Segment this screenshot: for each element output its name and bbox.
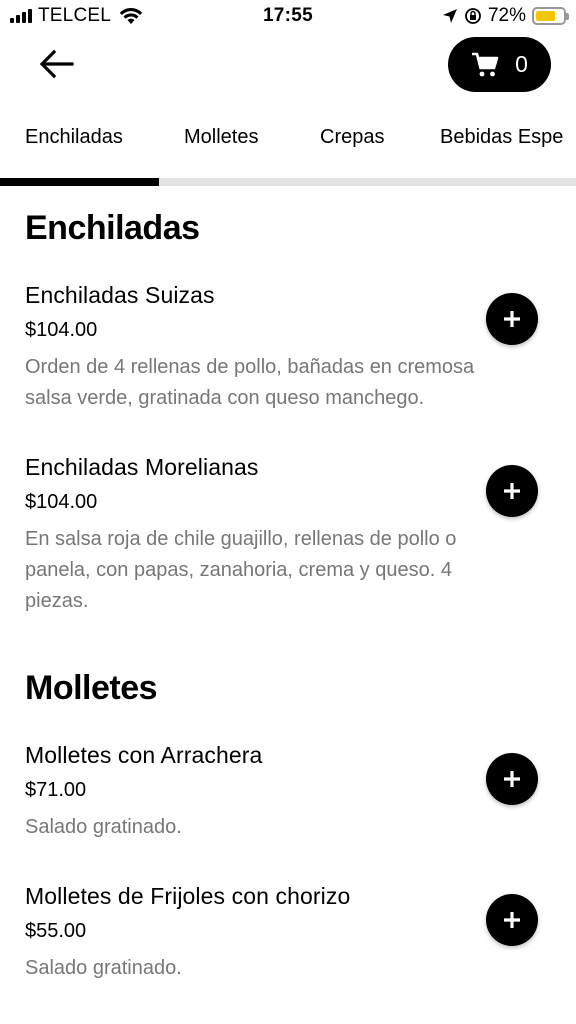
item-description: Salado gratinado.	[25, 816, 182, 838]
add-item-button[interactable]	[486, 465, 538, 517]
battery-percent: 72%	[487, 5, 526, 26]
cart-button[interactable]: 0	[448, 37, 551, 92]
tab-enchiladas[interactable]: Enchiladas	[25, 126, 123, 149]
battery-icon	[532, 7, 569, 25]
add-item-button[interactable]	[486, 894, 538, 946]
section-title-enchiladas: Enchiladas	[25, 209, 200, 247]
category-tabs: Enchiladas Molletes Crepas Bebidas Espe	[0, 116, 576, 186]
item-description: En salsa roja de chile guajillo, rellena…	[25, 528, 457, 612]
cart-count: 0	[515, 51, 528, 77]
arrow-left-icon	[39, 49, 74, 79]
item-price: $55.00	[25, 920, 87, 942]
active-tab-indicator	[0, 178, 159, 186]
menu-item[interactable]: Molletes con Arrachera $71.00 Salado gra…	[25, 742, 565, 843]
item-price: $71.00	[25, 779, 87, 801]
back-button[interactable]	[36, 44, 76, 84]
status-right: 72%	[442, 5, 569, 27]
add-item-button[interactable]	[486, 293, 538, 345]
cart-icon	[472, 52, 499, 76]
item-name: Enchiladas Morelianas	[25, 454, 259, 480]
item-name: Molletes con Arrachera	[25, 742, 263, 768]
item-description: Salado gratinado.	[25, 957, 182, 979]
item-price: $104.00	[25, 319, 98, 341]
section-title-molletes: Molletes	[25, 669, 158, 707]
status-bar: TELCEL 17:55 72%	[0, 0, 576, 32]
tab-molletes[interactable]: Molletes	[184, 126, 258, 149]
item-price: $104.00	[25, 491, 98, 513]
tab-bebidas-especiales[interactable]: Bebidas Espe	[440, 126, 563, 149]
add-item-button[interactable]	[486, 753, 538, 805]
plus-icon	[504, 771, 520, 787]
location-arrow-icon	[442, 9, 457, 23]
item-name: Enchiladas Suizas	[25, 282, 215, 308]
plus-icon	[504, 483, 520, 499]
menu-item[interactable]: Molletes de Frijoles con chorizo $55.00 …	[25, 883, 565, 984]
item-description: Orden de 4 rellenas de pollo, bañadas en…	[25, 356, 475, 409]
plus-icon	[504, 912, 520, 928]
tab-crepas[interactable]: Crepas	[320, 126, 384, 149]
rotation-lock-icon	[465, 8, 481, 24]
plus-icon	[504, 311, 520, 327]
item-name: Molletes de Frijoles con chorizo	[25, 883, 351, 909]
battery-level	[536, 11, 555, 21]
menu-item[interactable]: Enchiladas Morelianas $104.00 En salsa r…	[25, 454, 565, 617]
menu-item[interactable]: Enchiladas Suizas $104.00 Orden de 4 rel…	[25, 282, 565, 414]
